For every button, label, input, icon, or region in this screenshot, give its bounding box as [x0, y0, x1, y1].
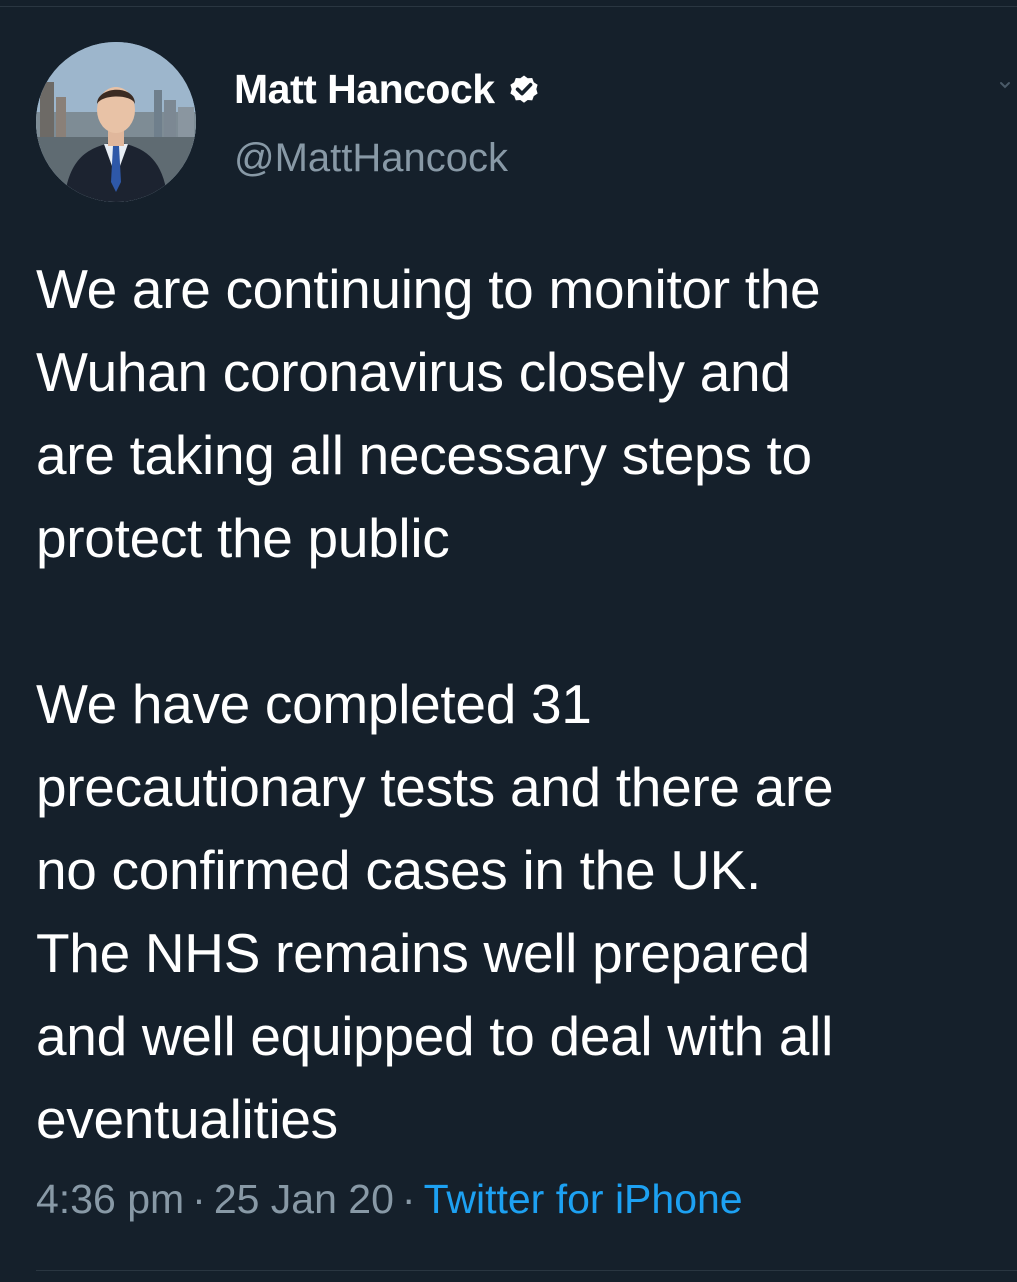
- avatar-photo: [36, 42, 196, 202]
- name-row: Matt Hancock: [234, 64, 541, 114]
- verified-badge-icon: [507, 72, 541, 106]
- display-name[interactable]: Matt Hancock: [234, 66, 495, 113]
- meta-separator: ·: [401, 1176, 416, 1222]
- avatar[interactable]: [36, 42, 196, 202]
- tweet-source-link[interactable]: Twitter for iPhone: [424, 1176, 743, 1222]
- user-handle[interactable]: @MattHancock: [234, 136, 541, 181]
- bottom-divider: [36, 1270, 1017, 1271]
- top-divider: [0, 6, 1017, 7]
- meta-separator: ·: [192, 1176, 206, 1222]
- tweet-meta: 4:36 pm · 25 Jan 20 · Twitter for iPhone: [36, 1176, 743, 1223]
- tweet-header: Matt Hancock @MattHancock: [36, 42, 1010, 207]
- tweet-text: We are continuing to monitor the Wuhan c…: [36, 258, 834, 1150]
- chevron-down-icon[interactable]: [998, 78, 1012, 92]
- tweet-date[interactable]: 25 Jan 20: [214, 1176, 394, 1222]
- author-identity[interactable]: Matt Hancock @MattHancock: [234, 64, 541, 181]
- tweet-time[interactable]: 4:36 pm: [36, 1176, 184, 1222]
